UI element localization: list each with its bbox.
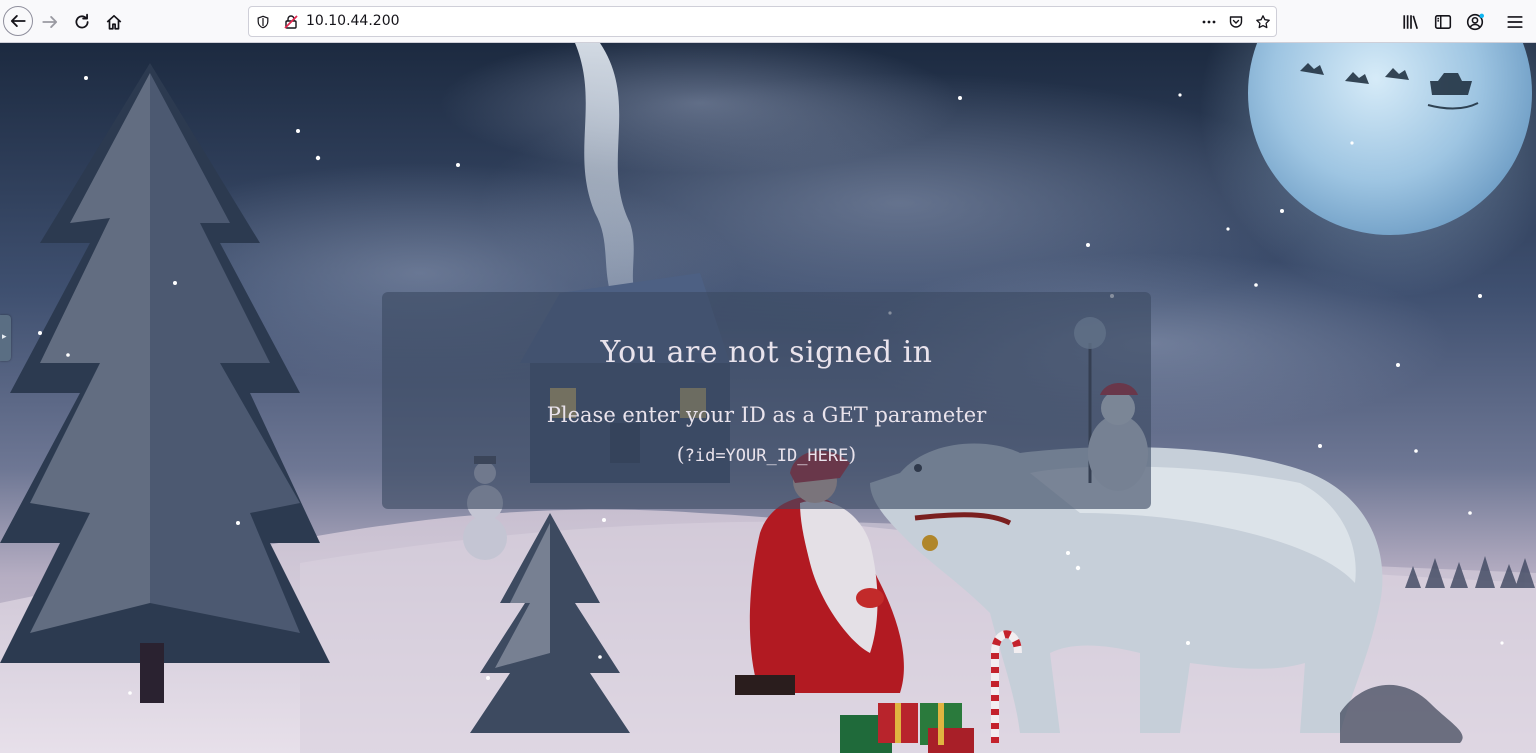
forward-button[interactable] (35, 7, 65, 37)
address-bar[interactable]: 10.10.44.200 (248, 6, 1277, 37)
page-content: ▸ You are not signed in Please enter you… (0, 43, 1536, 753)
hint-open-paren: ( (676, 442, 685, 466)
url-text[interactable]: 10.10.44.200 (306, 13, 400, 29)
bookmark-star-icon[interactable] (1253, 12, 1273, 32)
home-button[interactable] (99, 7, 129, 37)
expand-arrow-icon: ▸ (2, 332, 7, 342)
reload-icon (75, 13, 89, 29)
forward-arrow-icon (42, 16, 58, 28)
sidebar-button[interactable] (1428, 7, 1458, 37)
browser-toolbar: 10.10.44.200 (0, 0, 1536, 43)
account-button[interactable] (1460, 7, 1490, 37)
insecure-connection-icon[interactable] (282, 13, 300, 31)
hint-close-paren: ) (848, 442, 857, 466)
instruction-text: Please enter your ID as a GET parameter (546, 403, 987, 427)
page-title: You are not signed in (600, 335, 933, 370)
tracking-protection-shield-icon[interactable] (254, 13, 272, 31)
back-button[interactable] (3, 6, 33, 36)
sidebar-icon (1434, 15, 1452, 29)
library-button[interactable] (1396, 7, 1426, 37)
id-parameter-hint: (?id=YOUR_ID_HERE) (382, 442, 1151, 466)
app-menu-button[interactable] (1500, 7, 1530, 37)
back-arrow-icon (10, 15, 26, 27)
pocket-icon[interactable] (1226, 12, 1246, 32)
more-actions-icon[interactable] (1199, 12, 1219, 32)
sign-in-notice-panel: You are not signed in Please enter your … (382, 292, 1151, 509)
reload-button[interactable] (67, 7, 97, 37)
sidebar-toggle-handle[interactable]: ▸ (0, 315, 11, 361)
account-icon (1466, 13, 1484, 31)
hamburger-menu-icon (1507, 16, 1523, 28)
library-icon (1403, 15, 1418, 29)
hint-code: ?id=YOUR_ID_HERE (684, 446, 849, 466)
home-icon (106, 14, 122, 30)
